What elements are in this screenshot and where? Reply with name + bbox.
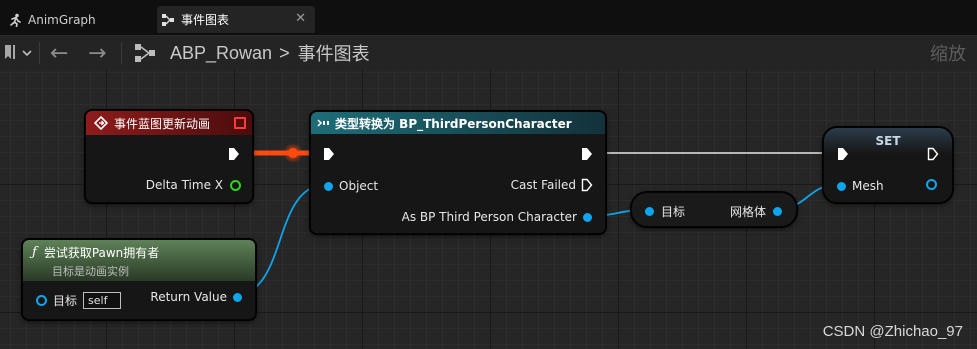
exec-pin-outline-icon (927, 147, 939, 161)
tab-event-graph[interactable]: 事件图表 ✕ (157, 6, 315, 33)
breadcrumb-separator: > (279, 42, 290, 63)
function-icon: ƒ (32, 245, 37, 260)
divider (121, 42, 122, 64)
object-pin-icon (36, 295, 47, 306)
graph-toolbar: ← → ABP_Rowan > 事件图表 缩放 (0, 35, 977, 70)
exec-pin-icon (582, 148, 592, 160)
chevron-down-icon (22, 46, 32, 60)
runner-icon (8, 13, 22, 27)
target-input-pin[interactable]: 目标 (645, 203, 685, 220)
pin-label: Return Value (150, 290, 227, 304)
mesh-output-pin[interactable]: 网格体 (730, 203, 782, 220)
bookmark-dropdown[interactable] (4, 36, 32, 70)
tab-label: AnimGraph (28, 12, 96, 27)
node-subtitle: 目标是动画实例 (52, 265, 129, 278)
tab-animgraph[interactable]: AnimGraph (0, 6, 156, 33)
bookmark-icon (4, 44, 16, 63)
object-input-pin[interactable]: Object (324, 179, 378, 193)
object-pin-icon (233, 292, 242, 302)
pin-label: As BP Third Person Character (401, 210, 577, 224)
event-blueprint-update-node[interactable]: 事件蓝图更新动画 Delta Time X (85, 110, 253, 203)
exec-output-pin[interactable] (228, 147, 240, 161)
return-value-output-pin[interactable]: Return Value (150, 290, 242, 304)
exec-pin-icon (229, 148, 239, 160)
forward-button[interactable]: → (88, 36, 106, 70)
pin-label: 目标 (661, 205, 686, 219)
exec-pin-outline-icon (581, 178, 593, 192)
exec-input-pin[interactable] (837, 147, 849, 161)
back-button[interactable]: ← (50, 36, 68, 70)
node-title: 尝试获取Pawn拥有者 (43, 246, 160, 260)
tab-bar: AnimGraph 事件图表 ✕ (0, 0, 977, 35)
object-pin-icon (324, 181, 333, 191)
node-header: 类型转换为 BP_ThirdPersonCharacter (311, 112, 605, 134)
object-pin-icon (583, 212, 592, 222)
exec-input-pin[interactable] (323, 147, 335, 161)
divider (39, 42, 40, 64)
pin-label: Delta Time X (145, 178, 223, 192)
object-pin-icon (773, 207, 782, 216)
try-get-pawn-owner-node[interactable]: ƒ 尝试获取Pawn拥有者 目标是动画实例 目标 self Return Val… (22, 239, 256, 320)
node-title: 事件蓝图更新动画 (114, 116, 211, 131)
mesh-input-pin[interactable]: Mesh (837, 179, 884, 193)
node-header: ƒ 尝试获取Pawn拥有者 目标是动画实例 (23, 240, 255, 281)
graph-icon (134, 36, 156, 70)
watermark: CSDN @Zhichao_97 (822, 323, 963, 340)
event-diamond-icon (94, 116, 108, 130)
object-pin-icon (926, 179, 937, 190)
pin-label: Object (339, 179, 379, 193)
node-title: 类型转换为 BP_ThirdPersonCharacter (335, 116, 572, 131)
pin-label: Cast Failed (510, 178, 576, 192)
graph-icon (161, 13, 175, 27)
get-mesh-node[interactable]: 目标 网格体 (631, 192, 797, 227)
pin-label: 网格体 (729, 205, 766, 219)
node-title: SET (875, 134, 901, 148)
tab-label: 事件图表 (181, 13, 230, 27)
exec-pin-icon (324, 148, 334, 160)
exec-pin-icon (838, 148, 848, 160)
breadcrumb-current: 事件图表 (297, 44, 370, 64)
set-mesh-node[interactable]: SET Mesh (823, 127, 953, 203)
cast-to-character-node[interactable]: 类型转换为 BP_ThirdPersonCharacter Object Cas… (310, 111, 606, 234)
pin-label: 目标 (53, 294, 78, 308)
delta-time-output[interactable]: Delta Time X (146, 178, 241, 192)
exec-output-pin[interactable] (927, 147, 939, 161)
object-pin-icon (837, 181, 846, 191)
exec-output-pin[interactable] (581, 147, 593, 161)
object-pin-icon (645, 207, 654, 216)
cast-failed-pin[interactable]: Cast Failed (511, 178, 593, 192)
close-icon[interactable]: ✕ (295, 11, 306, 26)
breadcrumb: ABP_Rowan > 事件图表 (170, 36, 370, 70)
zoom-label: 缩放 (930, 44, 966, 65)
mesh-output-pin[interactable] (926, 179, 937, 190)
target-self-field[interactable]: self (83, 292, 122, 309)
breadcrumb-root[interactable]: ABP_Rowan (170, 43, 272, 64)
cast-icon (317, 118, 331, 128)
float-pin-icon (230, 179, 241, 191)
pin-label: Mesh (852, 179, 884, 193)
node-header: 事件蓝图更新动画 (86, 111, 252, 135)
as-character-output-pin[interactable]: As BP Third Person Character (402, 210, 592, 224)
collapse-pin-icon[interactable] (234, 117, 246, 129)
target-input-pin[interactable]: 目标 self (36, 292, 122, 309)
